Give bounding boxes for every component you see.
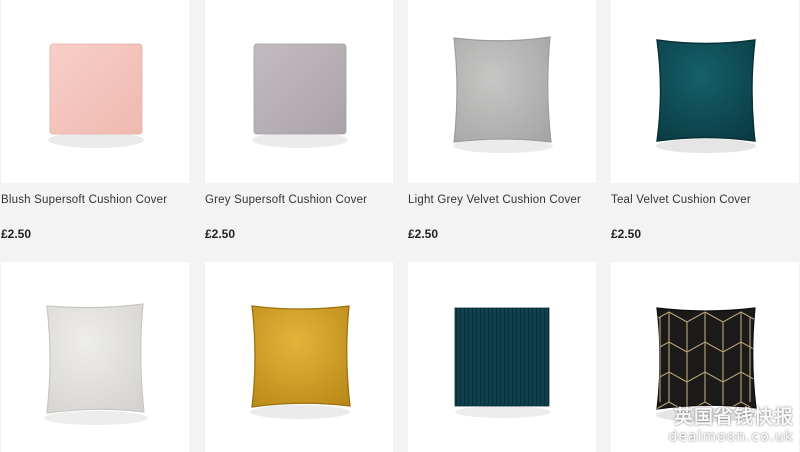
product-image[interactable] [205,262,393,452]
product-image[interactable] [408,0,596,183]
blush-cushion-image [48,43,144,148]
watermark-cn-text: 英国省钱快报 [673,406,794,428]
product-title[interactable]: Blush Supersoft Cushion Cover [1,194,167,206]
product-card[interactable]: Teal Velvet Cushion Cover £2.50 [611,0,799,241]
product-card[interactable] [205,262,393,452]
dealmoon-watermark: 英国省钱快报 dealmoon.co.uk [668,402,794,445]
grey-cushion-image [252,43,348,148]
white-velvet-cushion-image [44,303,148,425]
product-image[interactable] [611,0,799,183]
product-title[interactable]: Light Grey Velvet Cushion Cover [408,194,581,206]
teal-pleated-cushion-image [454,307,551,418]
product-image[interactable] [1,262,189,452]
product-price: £2.50 [611,227,642,241]
product-card[interactable]: Grey Supersoft Cushion Cover £2.50 [205,0,393,241]
product-card[interactable] [408,262,596,452]
product-image[interactable] [408,262,596,452]
teal-velvet-cushion-image [656,39,756,153]
product-price: £2.50 [408,227,439,241]
product-title[interactable]: Teal Velvet Cushion Cover [611,194,751,206]
product-image[interactable] [1,0,189,183]
light-grey-velvet-cushion-image [453,36,553,153]
product-card[interactable]: Blush Supersoft Cushion Cover £2.50 [1,0,189,241]
product-price: £2.50 [1,227,32,241]
ochre-velvet-cushion-image [250,305,351,419]
product-price: £2.50 [205,227,236,241]
product-title[interactable]: Grey Supersoft Cushion Cover [205,194,367,206]
product-card[interactable]: Light Grey Velvet Cushion Cover £2.50 [408,0,596,241]
product-image[interactable] [205,0,393,183]
product-card[interactable] [1,262,189,452]
product-grid: Blush Supersoft Cushion Cover £2.50 Grey… [0,0,800,452]
watermark-en-text: dealmoon.co.uk [668,429,794,445]
